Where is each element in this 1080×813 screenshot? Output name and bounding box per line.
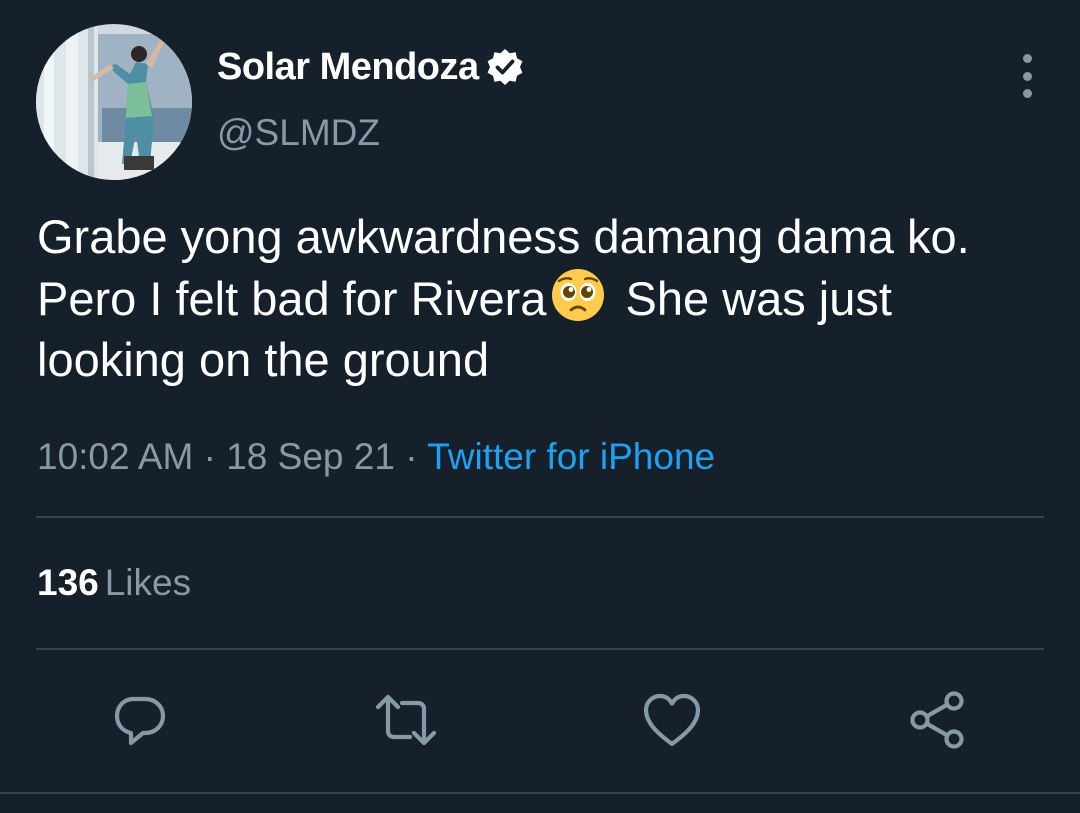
retweet-icon	[375, 694, 437, 746]
meta-separator: ·	[203, 436, 216, 477]
divider	[36, 516, 1044, 518]
avatar[interactable]	[36, 24, 192, 180]
meta-separator: ·	[405, 436, 418, 477]
like-button[interactable]	[632, 680, 712, 760]
heart-icon	[643, 693, 701, 747]
tweet-source-link[interactable]: Twitter for iPhone	[427, 436, 715, 477]
more-dot	[1022, 71, 1032, 81]
pleading-face-emoji-icon	[550, 267, 606, 323]
more-options-icon[interactable]	[1010, 54, 1044, 98]
tweet-text: Grabe yong awkwardness damang dama ko. P…	[37, 206, 1037, 390]
likes-count: 136	[37, 562, 99, 603]
verified-badge-icon	[485, 47, 525, 87]
tweet-header: Solar Mendoza @SLMDZ	[36, 24, 1044, 184]
tweet-meta: 10:02 AM · 18 Sep 21 · Twitter for iPhon…	[37, 436, 715, 478]
author-name-row[interactable]: Solar Mendoza	[217, 44, 525, 90]
likes-stat[interactable]: 136 Likes	[37, 562, 191, 604]
author-handle[interactable]: @SLMDZ	[217, 112, 380, 154]
tweet-actions-bar	[0, 680, 1080, 760]
more-dot	[1022, 89, 1032, 98]
share-button[interactable]	[898, 680, 978, 760]
share-icon	[910, 691, 964, 749]
avatar-photo	[36, 24, 192, 180]
divider	[36, 648, 1044, 650]
reply-icon	[114, 696, 166, 746]
retweet-button[interactable]	[366, 680, 446, 760]
tweet-date[interactable]: 18 Sep 21	[226, 436, 395, 477]
more-dot	[1022, 54, 1032, 63]
divider	[0, 792, 1080, 794]
likes-label: Likes	[104, 562, 192, 603]
display-name[interactable]: Solar Mendoza	[217, 46, 479, 89]
tweet-time[interactable]: 10:02 AM	[37, 436, 193, 477]
reply-button[interactable]	[100, 680, 180, 760]
